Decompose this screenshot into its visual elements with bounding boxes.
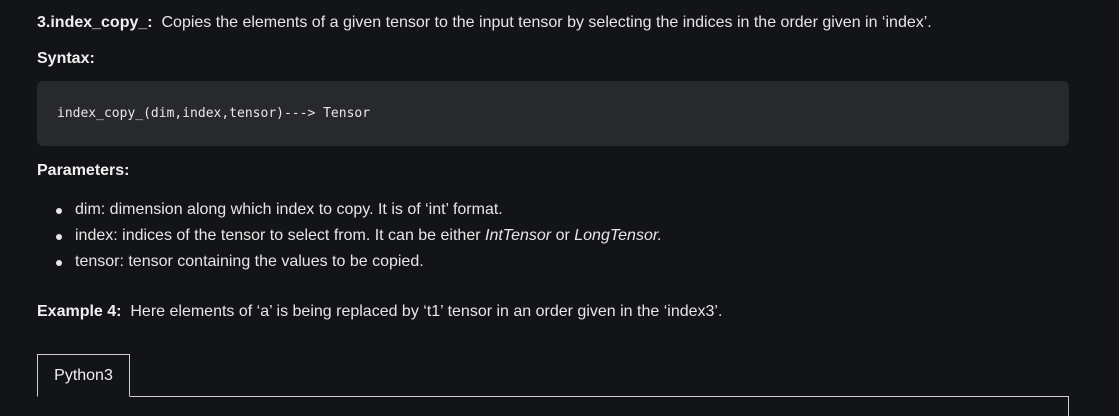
method-title: 3.index_copy_: [37,14,153,31]
list-item: tensor: tensor containing the values to … [37,250,662,276]
method-description: Copies the elements of a given tensor to… [161,14,932,31]
parameters-list: dim: dimension along which index to copy… [37,198,662,276]
code-frame-edge [1068,396,1069,416]
list-item: index: indices of the tensor to select f… [37,224,662,250]
code-tabs: Python3 [37,354,1069,416]
method-heading: 3.index_copy_: Copies the elements of a … [37,12,932,34]
syntax-label: Syntax: [37,50,95,67]
tab-divider [37,396,1069,397]
syntax-code: index_copy_(dim,index,tensor)---> Tensor [57,106,371,121]
parameters-label: Parameters: [37,162,130,179]
example-description: Here elements of ‘a’ is being replaced b… [130,303,723,320]
syntax-code-block: index_copy_(dim,index,tensor)---> Tensor [37,81,1069,146]
list-item: dim: dimension along which index to copy… [37,198,662,224]
tab-python3[interactable]: Python3 [37,354,130,397]
example-label: Example 4: [37,303,122,320]
example-heading: Example 4: Here elements of ‘a’ is being… [37,301,722,323]
